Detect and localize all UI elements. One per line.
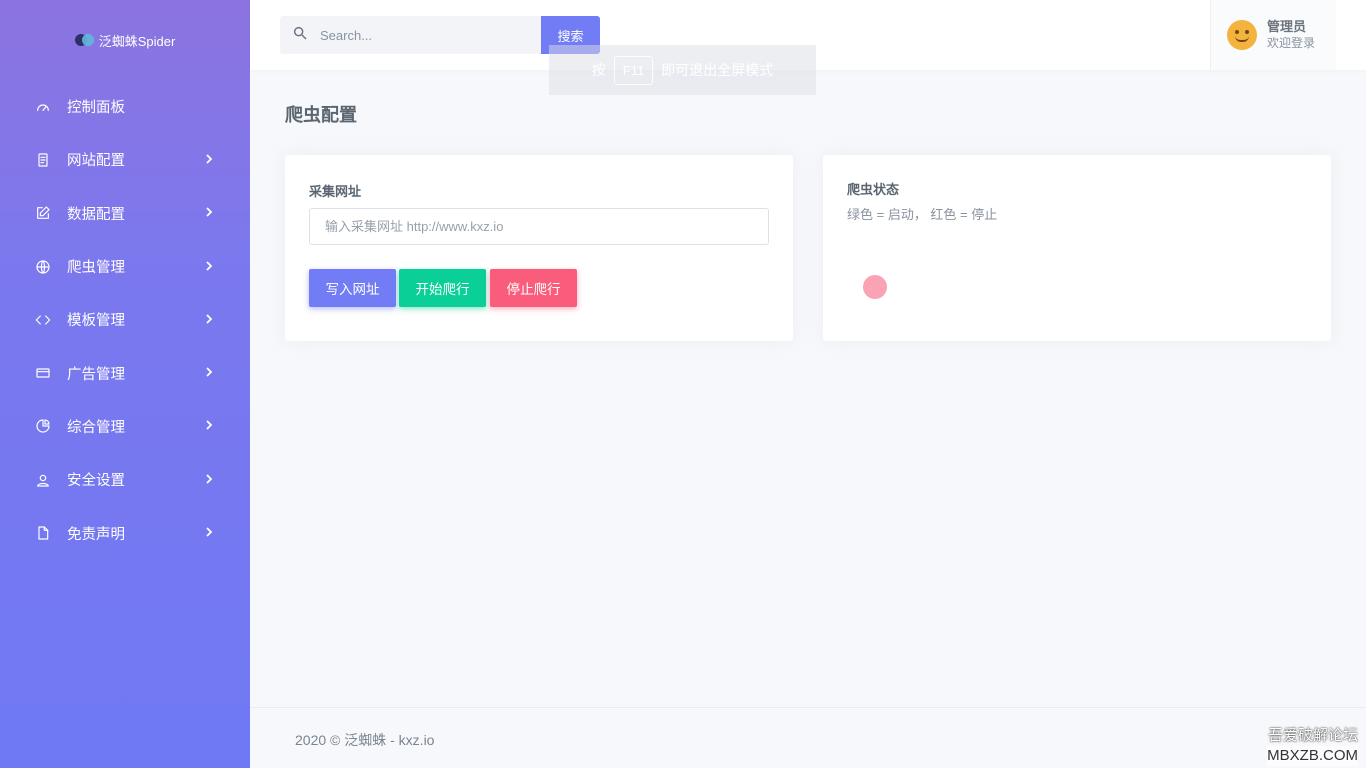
sidebar-item-label: 爬虫管理 [67,260,125,277]
sidebar-item-label: 网站配置 [67,153,125,170]
footer-copyright: 2020 © 泛蜘蛛 - kxz.io [295,732,435,748]
file-icon [34,524,52,542]
chevron-right-icon [204,314,216,326]
sidebar-nav: 控制面板 网站配置 数据配置 爬虫管理 模板管理 广告管理 综合管理 安全设置 … [0,80,250,560]
start-crawl-button[interactable]: 开始爬行 [399,269,486,307]
collect-url-card: 采集网址 写入网址 开始爬行 停止爬行 [285,155,793,341]
chevron-right-icon [204,260,216,273]
card-icon [34,364,52,382]
sidebar-item-disclaimer[interactable]: 免责声明 [0,506,250,559]
globe-icon [34,258,52,276]
spider-status-card: 爬虫状态 绿色 = 启动， 红色 = 停止 [823,155,1331,341]
chevron-right-icon [204,207,216,219]
toast-suffix: 即可退出全屏模式 [661,62,774,78]
stop-crawl-button[interactable]: 停止爬行 [490,269,577,307]
user-icon [34,471,52,489]
collect-url-input[interactable] [309,208,769,245]
status-indicator [863,275,887,299]
sidebar-item-spider-manage[interactable]: 爬虫管理 [0,240,250,293]
sidebar-item-label: 数据配置 [67,206,125,223]
sidebar: 泛蜘蛛Spider 控制面板 网站配置 数据配置 爬虫管理 模板管理 广告管理 … [0,0,250,768]
chevron-right-icon [204,527,216,539]
fullscreen-toast: 按 F11 即可退出全屏模式 [549,45,816,95]
sidebar-item-label: 广告管理 [67,366,125,383]
watermark: 吾爱破解论坛 MBXZB.COM [1267,726,1358,766]
sidebar-item-label: 综合管理 [67,419,125,436]
edit-icon [34,204,52,222]
sidebar-item-label: 免责声明 [67,526,125,543]
search-input[interactable] [320,27,520,43]
brand-logo[interactable]: 泛蜘蛛Spider [0,0,250,80]
avatar [1227,20,1257,50]
user-subtitle: 欢迎登录 [1267,36,1316,50]
toast-prefix: 按 [591,62,606,78]
sidebar-item-label: 控制面板 [67,100,125,117]
chevron-right-icon [204,154,216,166]
spider-status-title: 爬虫状态 [847,182,900,197]
spider-status-description: 绿色 = 启动， 红色 = 停止 [847,207,998,222]
sidebar-item-label: 安全设置 [67,473,125,490]
toast-key: F11 [613,55,654,85]
sidebar-item-data-config[interactable]: 数据配置 [0,187,250,240]
search-box[interactable] [280,16,541,54]
search-icon [292,25,308,46]
pie-chart-icon [34,417,52,435]
sidebar-item-label: 模板管理 [67,313,125,330]
watermark-line1: 吾爱破解论坛 [1267,727,1358,744]
chevron-right-icon [204,474,216,486]
chevron-right-icon [204,420,216,432]
sidebar-item-site-config[interactable]: 网站配置 [0,133,250,186]
sidebar-item-dashboard[interactable]: 控制面板 [0,80,250,133]
sidebar-item-security[interactable]: 安全设置 [0,453,250,506]
brand-name: 泛蜘蛛Spider [98,33,176,49]
write-url-button[interactable]: 写入网址 [309,269,396,307]
sidebar-item-general-manage[interactable]: 综合管理 [0,400,250,453]
logo-icon [74,33,95,47]
page-title: 爬虫配置 [285,105,357,125]
collect-url-label: 采集网址 [309,184,362,199]
sidebar-item-ad-manage[interactable]: 广告管理 [0,346,250,399]
watermark-line2: MBXZB.COM [1267,746,1358,766]
sidebar-item-template-manage[interactable]: 模板管理 [0,293,250,346]
chevron-right-icon [204,367,216,379]
gauge-icon [34,98,52,116]
document-icon [34,151,52,169]
user-name: 管理员 [1267,19,1307,34]
user-menu[interactable]: 管理员 欢迎登录 [1210,0,1336,70]
code-icon [34,311,52,329]
footer: 2020 © 泛蜘蛛 - kxz.io 吾爱破解论坛 MBXZB.COM [250,707,1366,768]
